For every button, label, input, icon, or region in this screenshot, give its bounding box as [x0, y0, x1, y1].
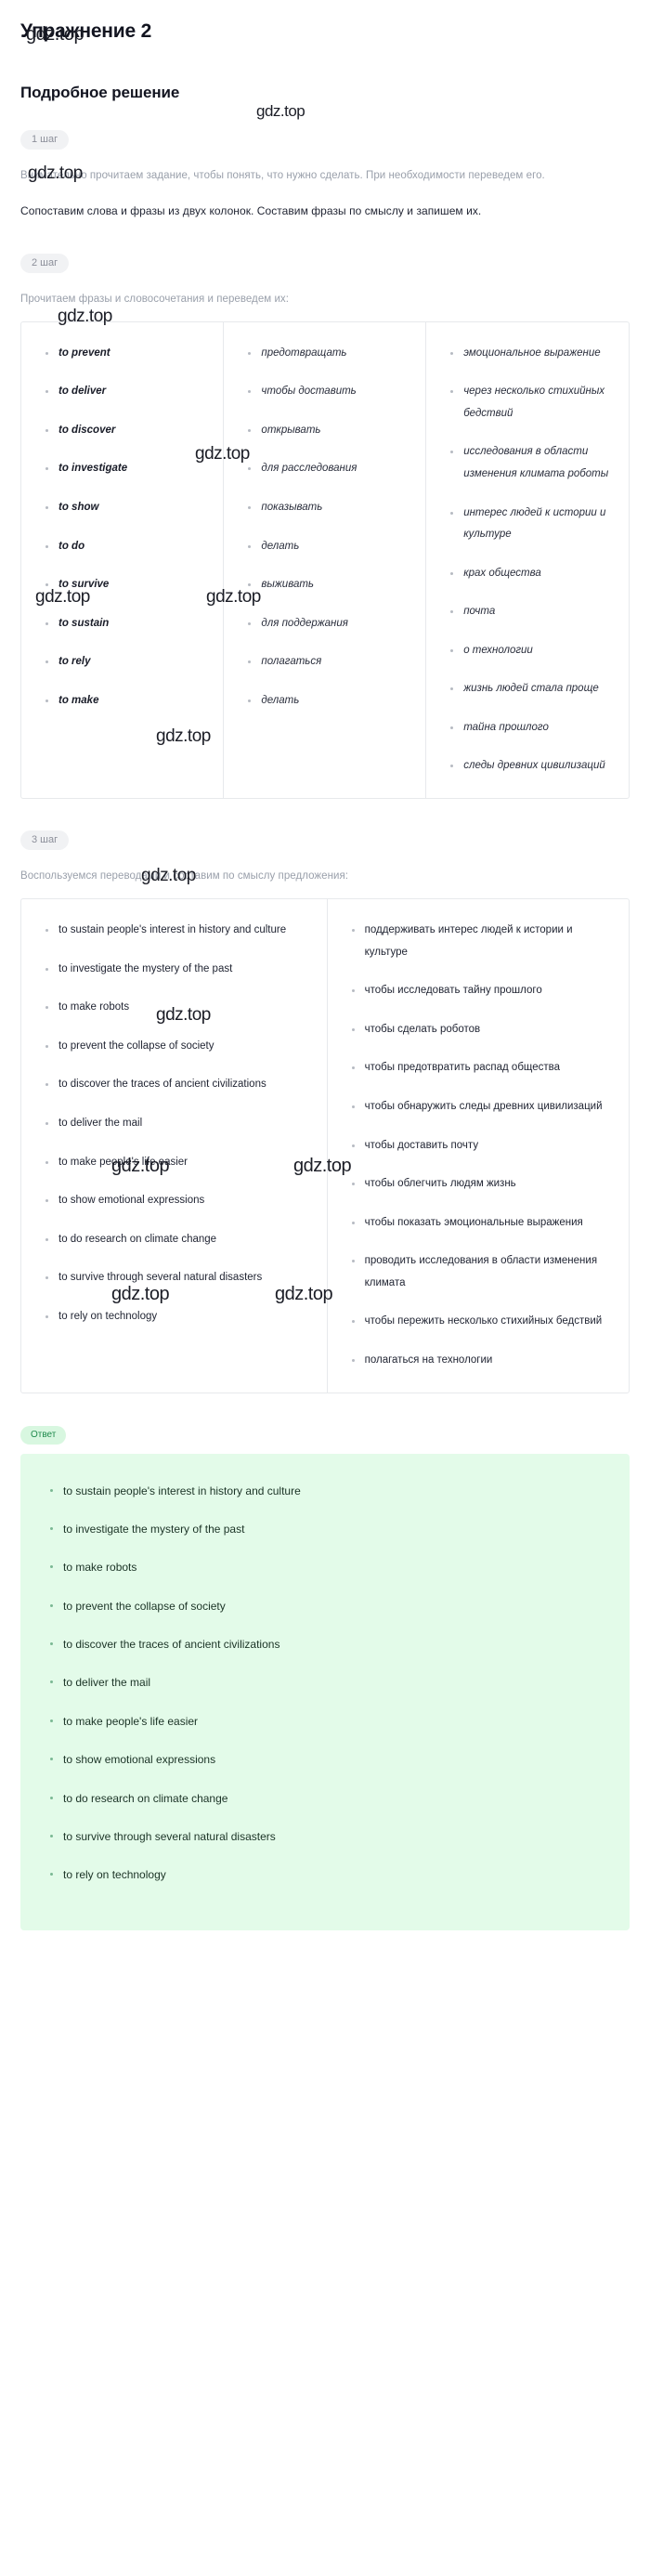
solution-page: Упражнение 2 Подробное решение 1 шаг Вни…: [0, 0, 650, 1958]
english-sentence-list: to sustain people's interest in history …: [29, 920, 316, 1327]
list-item: to survive through several natural disas…: [46, 1267, 316, 1289]
step-2-intro: Прочитаем фразы и словосочетания и перев…: [20, 293, 289, 305]
list-item: делать: [248, 690, 414, 713]
list-item: жизнь людей стала проще: [450, 678, 618, 700]
list-item: to prevent the collapse of society: [46, 1036, 316, 1058]
step-1-section: 1 шаг Внимательно прочитаем задание, что…: [20, 130, 630, 226]
list-item: чтобы исследовать тайну прошлого: [351, 980, 618, 1002]
list-item: открывать: [248, 420, 414, 442]
list-item: эмоциональное выражение: [450, 343, 618, 365]
list-item: чтобы доставить: [248, 381, 414, 403]
list-item: выживать: [248, 574, 414, 596]
list-item: предотвращать: [248, 343, 414, 365]
list-item: показывать: [248, 497, 414, 519]
list-item: следы древних цивилизаций: [450, 755, 618, 778]
list-item: to make: [46, 690, 212, 713]
list-item: поддерживать интерес людей к истории и к…: [351, 920, 618, 963]
list-item: крах общества: [450, 563, 618, 585]
list-item: to make robots: [50, 1558, 611, 1576]
list-item: to deliver the mail: [50, 1673, 611, 1692]
list-item: полагаться: [248, 651, 414, 673]
list-item: чтобы показать эмоциональные выражения: [351, 1212, 618, 1235]
list-item: интерес людей к истории и культуре: [450, 503, 618, 546]
list-item: to make robots: [46, 997, 316, 1019]
list-item: to survive: [46, 574, 212, 596]
list-item: чтобы пережить несколько стихийных бедст…: [351, 1311, 618, 1333]
russian-verb-list: предотвращать чтобы доставить открывать для…: [231, 343, 414, 713]
list-item: чтобы облегчить людям жизнь: [351, 1173, 618, 1196]
list-item: для поддержания: [248, 613, 414, 635]
list-item: делать: [248, 536, 414, 558]
list-item: to do: [46, 536, 212, 558]
list-item: to discover the traces of ancient civili…: [50, 1635, 611, 1654]
answer-list: to sustain people's interest in history …: [33, 1482, 611, 1885]
list-item: проводить исследования в области изменен…: [351, 1250, 618, 1294]
list-item: to prevent the collapse of society: [50, 1597, 611, 1615]
step-3-intro: Воспользуемся переводами и составим по с…: [20, 870, 349, 883]
list-item: to deliver the mail: [46, 1113, 316, 1135]
list-item: для расследования: [248, 458, 414, 480]
list-item: to show emotional expressions: [50, 1750, 611, 1769]
list-item: to deliver: [46, 381, 212, 403]
step-badge-3: 3 шаг: [20, 830, 70, 851]
table-column-english: to prevent to deliver to discover to invest…: [21, 321, 225, 799]
list-item: to rely on technology: [46, 1306, 316, 1328]
page-title: Упражнение 2: [20, 20, 152, 42]
russian-sentence-list: поддерживать интерес людей к истории и к…: [335, 920, 618, 1371]
answer-badge: Ответ: [20, 1425, 67, 1445]
list-item: to investigate: [46, 458, 212, 480]
table-column-russian-objects: эмоциональное выражение через несколько с…: [426, 322, 629, 798]
vocabulary-table: to prevent to deliver to discover to invest…: [20, 320, 630, 800]
table-column-russian-verbs: предотвращать чтобы доставить открывать для…: [224, 321, 427, 799]
list-item: to do research on climate change: [46, 1229, 316, 1251]
list-item: чтобы обнаружить следы древних цивилизац…: [351, 1096, 618, 1118]
list-item: to prevent: [46, 343, 212, 365]
russian-object-list: эмоциональное выражение через несколько с…: [434, 343, 618, 778]
list-item: исследования в области изменения климата…: [450, 441, 618, 485]
answer-box: to sustain people's interest in history …: [20, 1453, 630, 1930]
list-item: to investigate the mystery of the past: [46, 959, 316, 981]
list-item: to show: [46, 497, 212, 519]
list-item: to rely on technology: [50, 1865, 611, 1884]
list-item: чтобы доставить почту: [351, 1135, 618, 1157]
list-item: to make people's life easier: [50, 1712, 611, 1731]
list-item: to make people's life easier: [46, 1152, 316, 1174]
table-column-english-sentences: to sustain people's interest in history …: [21, 899, 328, 1393]
step-1-paragraph-1: Внимательно прочитаем задание, чтобы пон…: [20, 170, 545, 181]
step-1-paragraph-2: Сопоставим слова и фразы из двух колонок…: [20, 204, 482, 218]
table-column-russian-sentences: поддерживать интерес людей к истории и к…: [328, 899, 629, 1392]
list-item: to discover the traces of ancient civili…: [46, 1074, 316, 1096]
list-item: to sustain people's interest in history …: [46, 920, 316, 942]
list-item: to sustain people's interest in history …: [50, 1482, 611, 1500]
list-item: to do research on climate change: [50, 1789, 611, 1808]
list-item: to rely: [46, 651, 212, 673]
list-item: to investigate the mystery of the past: [50, 1520, 611, 1538]
list-item: почта: [450, 601, 618, 623]
sentence-table: to sustain people's interest in history …: [20, 898, 630, 1393]
step-badge-1: 1 шаг: [20, 130, 70, 150]
list-item: to show emotional expressions: [46, 1190, 316, 1212]
step-badge-2: 2 шаг: [20, 253, 70, 273]
list-item: to discover: [46, 420, 212, 442]
list-item: о технологии: [450, 640, 618, 662]
list-item: to survive through several natural disas…: [50, 1827, 611, 1846]
step-3-section: 3 шаг Воспользуемся переводами и состави…: [20, 830, 630, 1393]
list-item: to sustain: [46, 613, 212, 635]
list-item: чтобы сделать роботов: [351, 1019, 618, 1041]
step-2-section: 2 шаг Прочитаем фразы и словосочетания и…: [20, 253, 630, 800]
list-item: через несколько стихийных бедствий: [450, 381, 618, 425]
list-item: полагаться на технологии: [351, 1350, 618, 1372]
solution-heading: Подробное решение: [20, 84, 180, 101]
list-item: чтобы предотвратить распад общества: [351, 1057, 618, 1079]
english-phrase-list: to prevent to deliver to discover to invest…: [29, 343, 212, 713]
list-item: тайна прошлого: [450, 717, 618, 739]
answer-section: Ответ to sustain people's interest in hi…: [20, 1425, 630, 1930]
